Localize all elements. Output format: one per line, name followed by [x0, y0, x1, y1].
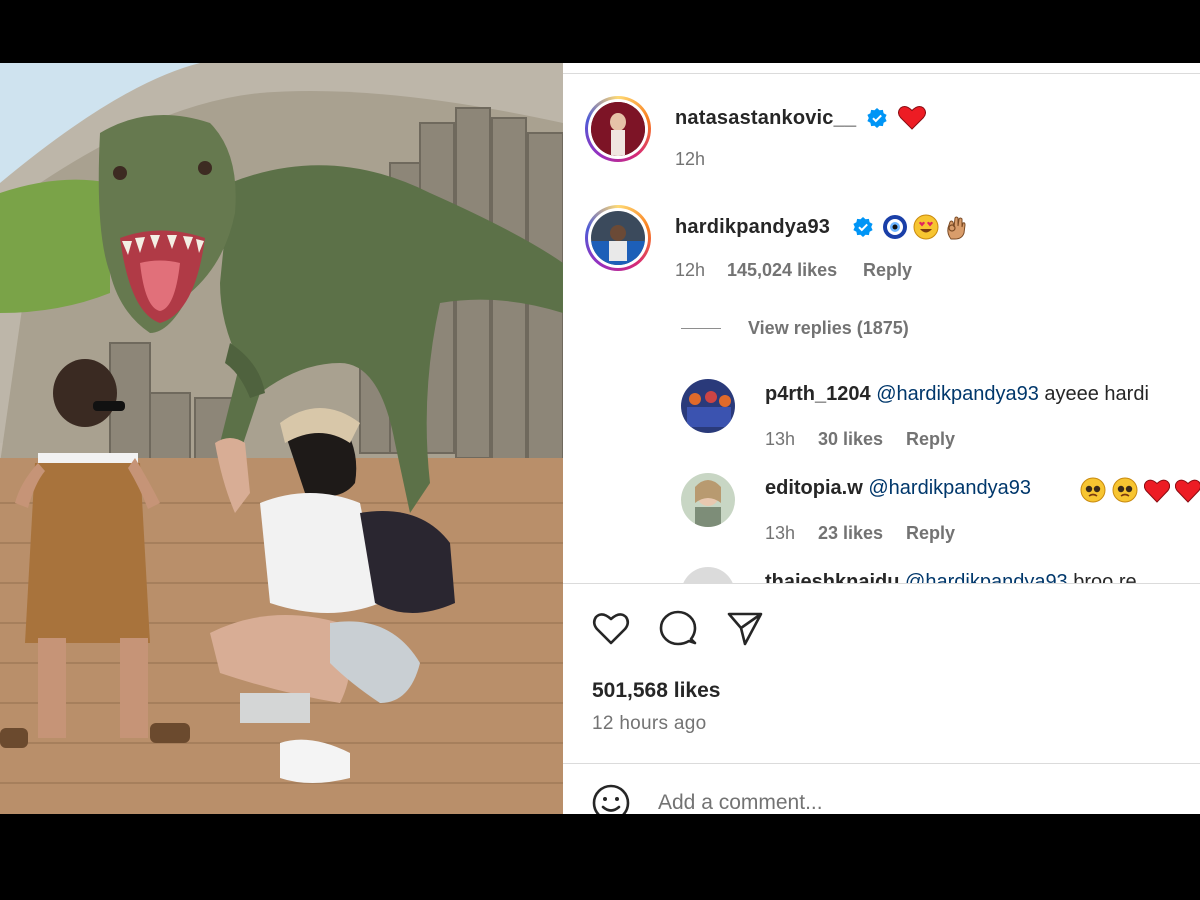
reply-avatar[interactable] — [681, 379, 735, 433]
comment-avatar[interactable] — [585, 205, 651, 271]
composer-divider — [563, 763, 1200, 764]
verified-badge-icon — [853, 217, 873, 237]
reply-row-partial: thaieshknaidu @hardikpandya93 broo re — [563, 561, 1200, 583]
author-avatar[interactable] — [585, 96, 651, 162]
red-heart-icon — [1175, 479, 1200, 503]
red-heart-icon — [1144, 479, 1170, 503]
reply-time: 13h — [765, 523, 796, 543]
verified-badge-icon — [867, 108, 887, 128]
reply-mention[interactable]: @hardikpandya93 — [876, 383, 1039, 405]
reply-likes[interactable]: 23 likes — [818, 523, 883, 544]
like-heart-icon[interactable] — [591, 608, 631, 648]
reply-reply-button[interactable]: Reply — [906, 523, 955, 544]
nazar-amulet-icon — [883, 215, 907, 239]
view-replies-line — [681, 328, 721, 329]
post-photo — [0, 63, 563, 814]
reply-username[interactable]: thaieshknaidu — [765, 571, 899, 583]
comment-time: 12h — [675, 260, 706, 280]
comment-likes[interactable]: 145,024 likes — [727, 260, 837, 281]
reply-text: editopia.w @hardikpandya93 — [765, 477, 1031, 500]
reply-mention[interactable]: @hardikpandya93 — [905, 571, 1068, 583]
author-username[interactable]: natasastankovic__ — [675, 107, 856, 130]
reply-username[interactable]: p4rth_1204 — [765, 383, 871, 405]
comment-username[interactable]: hardikpandya93 — [675, 216, 830, 239]
heart-eyes-icon — [913, 214, 939, 240]
reply-reply-button[interactable]: Reply — [906, 429, 955, 450]
comments-divider — [563, 583, 1200, 584]
view-replies-button[interactable]: View replies (1875) — [748, 318, 909, 339]
ok-hand-icon — [947, 216, 966, 240]
reply-username[interactable]: editopia.w — [765, 477, 863, 499]
letterbox-bottom — [0, 814, 1200, 900]
reply-text: p4rth_1204 @hardikpandya93 ayeee hardi — [765, 383, 1149, 406]
post-time-ago: 12 hours ago — [592, 713, 707, 734]
reply-body: ayeee hardi — [1038, 383, 1149, 405]
pleading-face-icon — [1080, 477, 1106, 503]
reply-likes[interactable]: 30 likes — [818, 429, 883, 450]
post-likes-count[interactable]: 501,568 likes — [592, 679, 720, 703]
comment-bubble-icon[interactable] — [658, 608, 698, 648]
panel-top-divider — [563, 73, 1200, 74]
reply-avatar[interactable] — [681, 473, 735, 527]
reply-time: 13h — [765, 429, 796, 449]
author-post-time: 12h — [675, 149, 706, 169]
post-detail-panel: natasastankovic__ 12h hardikpandya93 12h… — [563, 63, 1200, 814]
share-send-icon[interactable] — [725, 608, 765, 648]
letterbox-top — [0, 0, 1200, 63]
pleading-face-icon — [1112, 477, 1138, 503]
reply-avatar[interactable] — [681, 567, 735, 583]
post-photo-illustration — [0, 63, 563, 814]
red-heart-icon — [898, 105, 926, 130]
emoji-picker-icon[interactable] — [591, 783, 631, 814]
comment-reply-button[interactable]: Reply — [863, 260, 912, 281]
add-comment-input[interactable]: Add a comment... — [658, 791, 823, 814]
reply-text: thaieshknaidu @hardikpandya93 broo re — [765, 571, 1137, 583]
reply-mention[interactable]: @hardikpandya93 — [868, 477, 1031, 499]
reply-body: broo re — [1067, 571, 1137, 583]
